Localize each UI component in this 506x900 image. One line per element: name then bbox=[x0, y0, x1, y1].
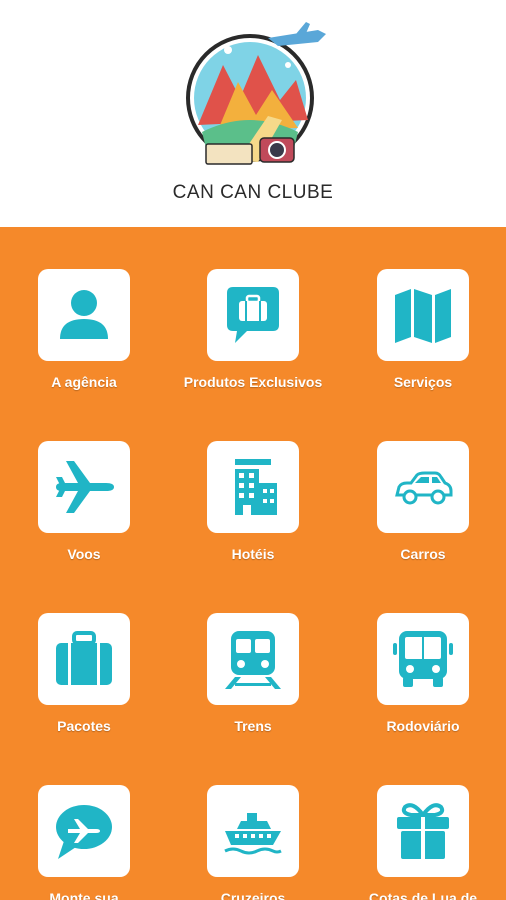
ship-icon bbox=[224, 813, 282, 855]
map-icon bbox=[395, 289, 451, 343]
tile-icon-box bbox=[38, 613, 130, 705]
tile-label: Hotéis bbox=[231, 546, 275, 562]
tile-carros[interactable]: Carros bbox=[348, 441, 498, 565]
tile-label: Serviços bbox=[393, 374, 453, 390]
tile-icon-box bbox=[38, 269, 130, 361]
hotel-icon bbox=[235, 459, 277, 515]
tile-icon-box bbox=[377, 441, 469, 533]
brand-name: CAN CAN CLUBE bbox=[172, 182, 334, 203]
tile-label: Pacotes bbox=[57, 718, 111, 734]
tile-servicos[interactable]: Serviços bbox=[348, 269, 498, 393]
bus-icon bbox=[393, 631, 453, 687]
tile-a-agencia[interactable]: A agência bbox=[9, 269, 159, 393]
person-icon bbox=[60, 290, 108, 339]
tile-label: Rodoviário bbox=[386, 718, 460, 734]
menu-grid: A agência Produtos Exclusivos Serviços V… bbox=[0, 227, 506, 900]
tile-hoteis[interactable]: Hotéis bbox=[178, 441, 328, 565]
tile-label: Carros bbox=[400, 546, 446, 562]
brand-logo: CAN CAN CLUBE bbox=[168, 20, 338, 210]
tile-icon-box bbox=[377, 269, 469, 361]
suitcase-chat-icon bbox=[227, 287, 279, 343]
plane-chat-icon bbox=[56, 805, 112, 859]
logo-illustration bbox=[186, 22, 326, 165]
tile-label: Produtos Exclusivos bbox=[183, 374, 323, 390]
tile-monte-sua[interactable]: Monte sua bbox=[9, 785, 159, 900]
tile-voos[interactable]: Voos bbox=[9, 441, 159, 565]
train-icon bbox=[225, 631, 281, 689]
tile-trens[interactable]: Trens bbox=[178, 613, 328, 737]
tile-cotas-de-lua-de[interactable]: Cotas de Lua de bbox=[348, 785, 498, 900]
gift-icon bbox=[397, 803, 449, 859]
airplane-icon bbox=[56, 461, 114, 513]
tile-label: Cotas de Lua de bbox=[368, 890, 478, 900]
tile-label: Voos bbox=[67, 546, 101, 562]
tile-label: Cruzeiros bbox=[220, 890, 286, 900]
tile-icon-box bbox=[207, 785, 299, 877]
tile-produtos-exclusivos[interactable]: Produtos Exclusivos bbox=[178, 269, 328, 393]
tile-cruzeiros[interactable]: Cruzeiros bbox=[178, 785, 328, 900]
tile-label: Trens bbox=[234, 718, 272, 734]
tile-icon-box bbox=[38, 785, 130, 877]
tile-icon-box bbox=[207, 613, 299, 705]
luggage-icon bbox=[56, 631, 112, 685]
tile-label: A agência bbox=[51, 374, 117, 390]
tile-pacotes[interactable]: Pacotes bbox=[9, 613, 159, 737]
tile-rodoviario[interactable]: Rodoviário bbox=[348, 613, 498, 737]
tile-icon-box bbox=[377, 785, 469, 877]
tile-icon-box bbox=[377, 613, 469, 705]
tile-icon-box bbox=[38, 441, 130, 533]
tile-label: Monte sua bbox=[49, 890, 119, 900]
tile-icon-box bbox=[207, 441, 299, 533]
tile-icon-box bbox=[207, 269, 299, 361]
car-icon bbox=[395, 471, 453, 505]
header: CAN CAN CLUBE bbox=[0, 0, 506, 227]
